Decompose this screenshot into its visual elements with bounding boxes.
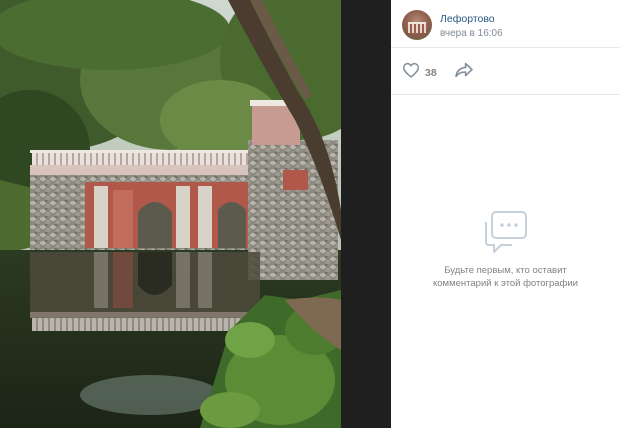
photo-sidebar: Лефортово вчера в 16:06 38 Будьте первым… (391, 0, 620, 428)
avatar[interactable] (402, 10, 432, 40)
photo-viewer[interactable] (0, 0, 341, 428)
post-time[interactable]: вчера в 16:06 (440, 28, 503, 39)
comments-empty: Будьте первым, кто оставит комментарий к… (391, 210, 620, 290)
share-arrow-icon (454, 62, 474, 82)
post-header: Лефортово вчера в 16:06 (391, 0, 620, 48)
like-count: 38 (425, 66, 437, 79)
backdrop[interactable] (341, 0, 391, 428)
group-name-link[interactable]: Лефортово (440, 13, 495, 25)
photo-image (0, 0, 341, 428)
heart-icon (402, 62, 420, 83)
comment-bubble-icon (391, 210, 620, 254)
like-button[interactable]: 38 (402, 62, 437, 83)
comments-empty-text: Будьте первым, кто оставит комментарий к… (433, 265, 578, 289)
share-button[interactable] (454, 62, 474, 83)
post-actions: 38 (391, 48, 620, 95)
